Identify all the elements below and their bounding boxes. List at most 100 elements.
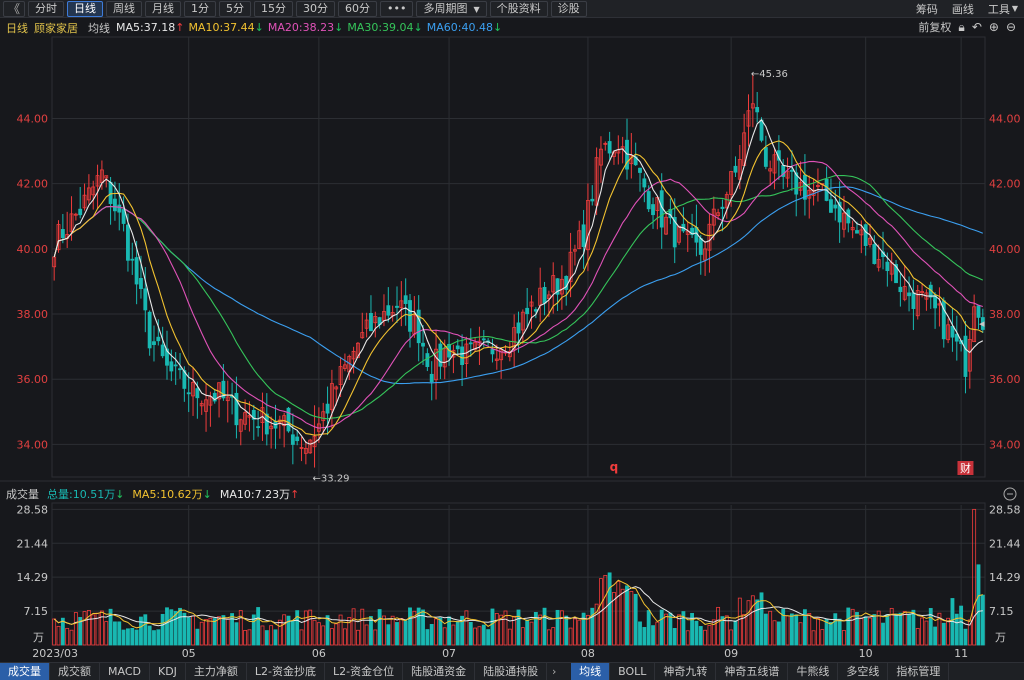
volume-bar (60, 617, 65, 646)
candle-body (581, 224, 586, 248)
volume-bar (351, 608, 356, 646)
volume-bar (169, 609, 174, 646)
tab-scroll-icon[interactable]: › (547, 665, 561, 678)
volume-bar (568, 627, 573, 646)
x-axis-label: 07 (442, 647, 456, 660)
volume-bar (286, 615, 291, 646)
indicator-tab[interactable]: KDJ (150, 663, 186, 680)
volume-bar (312, 619, 317, 646)
volume-bar (390, 615, 395, 646)
candle-body (516, 322, 521, 334)
volume-bar (816, 617, 820, 646)
volume-bar (859, 618, 864, 646)
volume-bar (338, 614, 343, 646)
price-tick-right: 34.00 (989, 438, 1021, 451)
volume-bar (811, 630, 816, 646)
overlay-tab[interactable]: 神奇九转 (655, 663, 717, 680)
volume-bar (295, 610, 300, 646)
volume-bar (642, 627, 647, 646)
candle-body (152, 341, 156, 346)
volume-bar (464, 610, 469, 646)
volume-bar (911, 609, 916, 646)
volume-bar (507, 628, 512, 646)
volume-bar (342, 628, 347, 646)
volume-bar (191, 615, 195, 646)
overlay-tab[interactable]: 神奇五线谱 (716, 663, 789, 680)
candle-body (195, 388, 200, 399)
volume-bar (894, 613, 898, 646)
volume-title: 成交量 (6, 488, 39, 501)
volume-bar (776, 621, 781, 646)
volume-tick-left: 14.29 (17, 571, 49, 584)
volume-bar (638, 621, 642, 646)
volume-bar (160, 613, 165, 646)
overlay-tab[interactable]: 指标管理 (888, 663, 950, 680)
indicator-tab[interactable]: 主力净额 (186, 663, 247, 680)
volume-bar (212, 618, 217, 646)
volume-bar (173, 610, 178, 646)
candle-body (911, 292, 916, 309)
x-axis-label: 05 (182, 647, 196, 660)
volume-bar (668, 612, 673, 646)
volume-ma5-text: MA5:10.62万 (132, 488, 203, 501)
price-tick-left: 38.00 (17, 308, 49, 321)
volume-bar (959, 605, 964, 646)
x-axis-label: 08 (581, 647, 595, 660)
volume-bar (299, 629, 304, 646)
volume-bar (260, 625, 265, 646)
volume-total-text: 总量:10.51万 (47, 488, 116, 501)
volume-bar (933, 626, 938, 646)
candle-body (286, 407, 291, 432)
volume-bar (807, 613, 812, 646)
volume-bar (52, 618, 57, 646)
indicator-tab[interactable]: 成交额 (50, 663, 100, 680)
volume-bar (646, 610, 651, 646)
candle-body (386, 305, 391, 316)
volume-bar (139, 616, 143, 646)
volume-bar (273, 629, 278, 646)
indicator-tab[interactable]: L2-资金抄底 (247, 663, 326, 680)
volume-bar (529, 621, 534, 646)
indicator-tab[interactable]: 陆股通持股 (475, 663, 548, 680)
candle-body (698, 238, 703, 255)
candle-body (533, 309, 538, 312)
overlay-tab[interactable]: 多空线 (838, 663, 889, 680)
price-tick-left: 36.00 (17, 373, 49, 386)
price-tick-right: 38.00 (989, 308, 1021, 321)
price-tick-right: 40.00 (989, 243, 1021, 256)
kline-chart[interactable]: 44.00 44.00 42.00 42.00 40.00 40.00 38.00 38.00… (0, 0, 1024, 662)
volume-bar (620, 588, 625, 646)
overlay-tab[interactable]: BOLL (610, 663, 656, 680)
volume-unit-left: 万 (33, 631, 44, 644)
candle-body (590, 198, 595, 202)
volume-bar (907, 613, 911, 646)
volume-bar (746, 600, 751, 646)
volume-bar (737, 597, 742, 646)
indicator-tab[interactable]: 成交量 (0, 663, 50, 680)
volume-ma10-arrow: ↑ (290, 488, 300, 501)
indicator-tab[interactable]: MACD (100, 663, 150, 680)
event-marker-text: q (610, 460, 619, 474)
x-axis-label: 06 (312, 647, 326, 660)
indicator-tab[interactable]: 陆股通资金 (403, 663, 476, 680)
volume-bar (837, 618, 842, 646)
volume-bar (282, 614, 287, 646)
volume-bar (785, 615, 790, 646)
indicator-tab[interactable]: L2-资金仓位 (325, 663, 404, 680)
volume-bar (694, 620, 699, 646)
volume-bar (269, 625, 274, 646)
overlay-tab[interactable]: 牛熊线 (788, 663, 839, 680)
volume-bar (976, 564, 981, 646)
candle-body (802, 174, 807, 200)
volume-bar (356, 629, 360, 646)
volume-bar (494, 612, 499, 646)
overlay-tab[interactable]: 均线 (571, 663, 611, 680)
volume-bar (677, 614, 681, 646)
volume-bar (438, 617, 443, 646)
volume-bar (243, 630, 248, 646)
candle-body (121, 209, 126, 224)
volume-bar (685, 630, 690, 646)
volume-bar (855, 612, 859, 646)
volume-ma5: MA5:10.62万↓ (132, 486, 211, 502)
volume-bar (772, 620, 777, 646)
